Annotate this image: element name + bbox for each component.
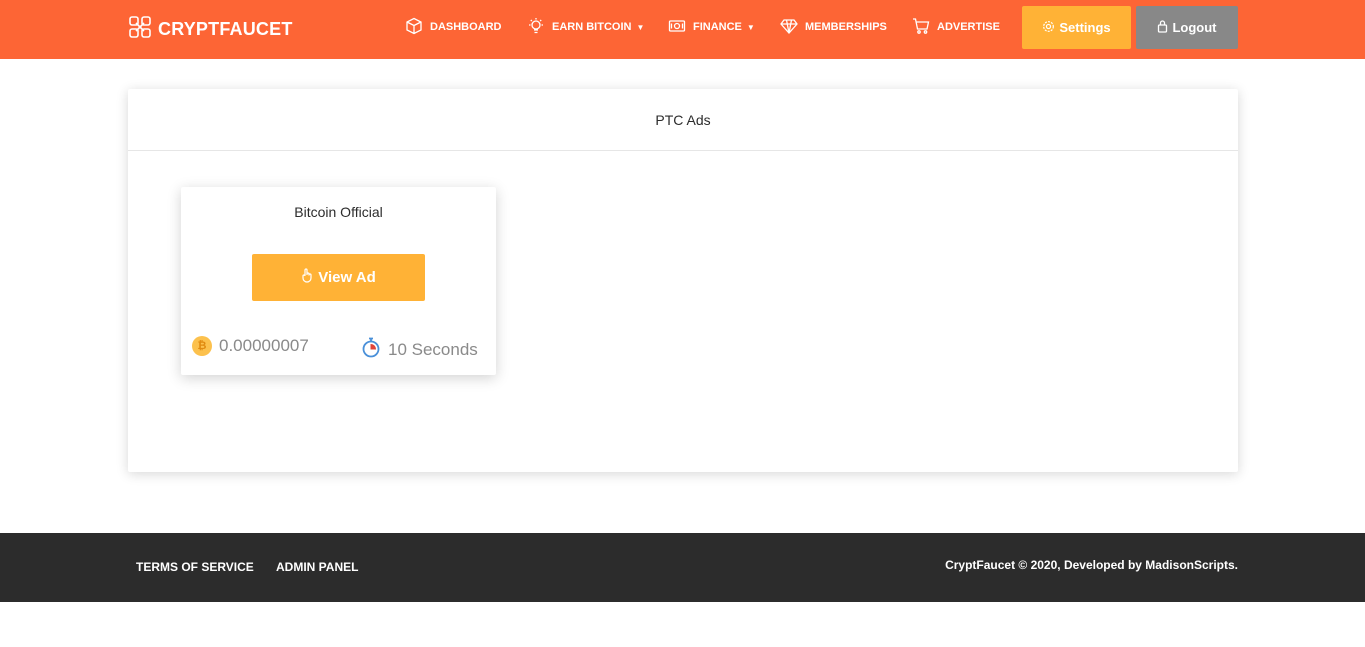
diamond-icon — [780, 17, 798, 38]
view-ad-button[interactable]: View Ad — [252, 254, 425, 301]
view-ad-label: View Ad — [318, 269, 376, 286]
lock-icon — [1157, 19, 1168, 36]
nav-earn-bitcoin[interactable]: EARN BITCOIN ▼ — [527, 16, 644, 38]
logo-icon — [128, 15, 152, 44]
settings-label: Settings — [1059, 20, 1111, 35]
nav-earn-bitcoin-label: EARN BITCOIN — [552, 21, 632, 33]
nav-advertise-label: ADVERTISE — [937, 21, 1000, 33]
terms-of-service-link[interactable]: TERMS OF SERVICE — [136, 560, 254, 574]
nav-advertise[interactable]: ADVERTISE — [912, 16, 1000, 38]
cart-icon — [912, 17, 930, 38]
site-footer: TERMS OF SERVICE ADMIN PANEL CryptFaucet… — [0, 533, 1365, 602]
ad-reward-value: 0.00000007 — [219, 336, 309, 355]
cube-icon — [405, 17, 423, 38]
top-navbar: CRYPTFAUCET DASHBOARD EARN BITCOIN ▼ FIN… — [0, 0, 1365, 59]
nav-dashboard[interactable]: DASHBOARD — [405, 16, 502, 38]
panel-title: PTC Ads — [128, 89, 1238, 151]
logout-label: Logout — [1172, 20, 1217, 35]
logout-button[interactable]: Logout — [1136, 6, 1238, 49]
nav-finance-label: FINANCE — [693, 21, 742, 33]
copyright-text: CryptFaucet © 2020, Developed by Madison… — [945, 558, 1238, 572]
ad-duration-value: 10 Seconds — [388, 339, 478, 359]
brand-logo[interactable]: CRYPTFAUCET — [128, 15, 293, 44]
hand-pointer-icon — [301, 268, 313, 287]
ad-reward: ₿ 0.00000007 — [192, 336, 309, 356]
nav-memberships[interactable]: MEMBERSHIPS — [780, 16, 887, 38]
gear-icon — [1042, 20, 1055, 36]
brand-name: CRYPTFAUCET — [158, 19, 293, 39]
chevron-down-icon: ▼ — [746, 22, 755, 32]
ad-duration: 10 Seconds — [361, 336, 478, 363]
admin-panel-link[interactable]: ADMIN PANEL — [276, 560, 358, 574]
ad-card: Bitcoin Official View Ad ₿ 0.00000007 10… — [181, 187, 496, 375]
chevron-down-icon: ▼ — [636, 22, 645, 32]
money-icon — [668, 17, 686, 38]
stopwatch-icon — [361, 336, 381, 363]
nav-memberships-label: MEMBERSHIPS — [805, 21, 887, 33]
lightbulb-icon — [527, 17, 545, 38]
nav-finance[interactable]: FINANCE ▼ — [668, 16, 755, 38]
settings-button[interactable]: Settings — [1022, 6, 1131, 49]
ad-title: Bitcoin Official — [294, 204, 383, 220]
ptc-ads-panel: PTC Ads Bitcoin Official View Ad ₿ 0.000… — [128, 89, 1238, 472]
bitcoin-coin-icon: ₿ — [192, 336, 212, 356]
nav-dashboard-label: DASHBOARD — [430, 21, 502, 33]
